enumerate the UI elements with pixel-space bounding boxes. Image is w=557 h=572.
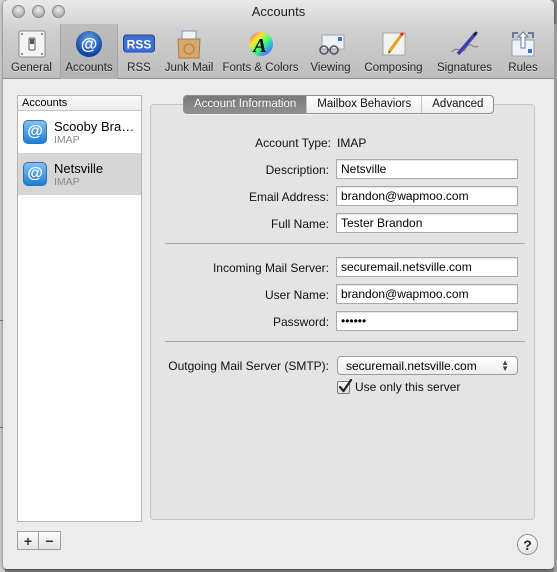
full-name-field[interactable] [336, 213, 518, 233]
pencil-paper-icon [378, 28, 410, 60]
section-divider [165, 341, 525, 342]
light-switch-icon [16, 28, 48, 60]
toolbar-signatures[interactable]: Signatures [429, 24, 500, 79]
use-only-this-server-option[interactable]: Use only this server [337, 378, 461, 394]
account-item-netsville[interactable]: @ Netsville IMAP [18, 153, 141, 195]
tab-account-information[interactable]: Account Information [184, 96, 307, 113]
toolbar-accounts[interactable]: @ Accounts [60, 24, 118, 79]
mail-account-icon: @ [23, 162, 47, 186]
toolbar-fonts-colors[interactable]: A Fonts & Colors [218, 24, 303, 79]
password-label: Password: [272, 315, 329, 329]
window-title: Accounts [251, 4, 306, 19]
password-field[interactable] [336, 311, 518, 331]
pen-signature-icon [449, 28, 481, 60]
accounts-list-header: Accounts [18, 96, 141, 111]
preferences-toolbar: General @ Accounts RSS RSS Junk Mail A F… [3, 24, 546, 79]
tab-advanced[interactable]: Advanced [421, 96, 493, 113]
account-item-scooby[interactable]: @ Scooby Bra… IMAP [18, 111, 141, 153]
use-only-this-server-checkbox[interactable] [337, 378, 353, 394]
recycle-bag-icon [173, 28, 205, 60]
section-divider [165, 243, 525, 244]
toolbar-composing[interactable]: Composing [358, 24, 429, 79]
checkmark-icon [338, 378, 353, 392]
svg-text:RSS: RSS [127, 38, 152, 52]
color-wheel-font-icon: A [245, 28, 277, 60]
toolbar-junk-mail[interactable]: Junk Mail [160, 24, 218, 79]
user-name-field[interactable] [336, 284, 518, 304]
incoming-mail-server-label: Incoming Mail Server: [212, 261, 329, 275]
use-only-this-server-label: Use only this server [355, 380, 461, 394]
account-tabs: Account Information Mailbox Behaviors Ad… [183, 95, 495, 114]
account-name: Scooby Bra… [54, 118, 135, 134]
incoming-mail-server-field[interactable] [336, 257, 518, 277]
email-address-field[interactable] [336, 186, 518, 206]
toolbar-rules[interactable]: Rules [500, 24, 546, 79]
user-name-label: User Name: [264, 288, 329, 302]
accounts-list[interactable]: Accounts @ Scooby Bra… IMAP @ Netsville … [17, 95, 142, 522]
updown-arrows-icon: ▲ ▼ [501, 357, 509, 373]
toolbar-general[interactable]: General [3, 24, 60, 79]
at-sign-icon: @ [73, 28, 105, 60]
full-name-label: Full Name: [270, 217, 329, 231]
smtp-server-label: Outgoing Mail Server (SMTP): [168, 359, 329, 373]
glasses-envelope-icon [315, 28, 347, 60]
add-account-button[interactable]: + [17, 531, 39, 550]
title-bar: Accounts General @ Accounts RSS RSS Junk… [3, 0, 554, 79]
toolbar-rss[interactable]: RSS RSS [118, 24, 160, 79]
description-field[interactable] [336, 159, 518, 179]
svg-text:@: @ [81, 35, 98, 54]
account-name: Netsville [54, 160, 104, 176]
account-type: IMAP [54, 133, 80, 146]
smtp-server-select[interactable]: securemail.netsville.com ▲ ▼ [337, 356, 518, 375]
description-label: Description: [265, 163, 329, 177]
arrows-envelope-icon [507, 28, 539, 60]
account-type-label: Account Type: [255, 136, 331, 150]
remove-account-button[interactable]: − [39, 531, 61, 550]
mail-account-icon: @ [23, 120, 47, 144]
email-address-label: Email Address: [248, 190, 329, 204]
toolbar-viewing[interactable]: Viewing [303, 24, 358, 79]
smtp-server-value: securemail.netsville.com [346, 358, 477, 373]
account-type-value: IMAP [337, 136, 367, 150]
svg-text:A: A [251, 35, 266, 57]
rss-icon: RSS [123, 28, 155, 60]
account-type: IMAP [54, 175, 80, 188]
account-add-remove-buttons: + − [17, 531, 61, 550]
help-button[interactable]: ? [517, 534, 538, 555]
tab-mailbox-behaviors[interactable]: Mailbox Behaviors [306, 96, 421, 113]
